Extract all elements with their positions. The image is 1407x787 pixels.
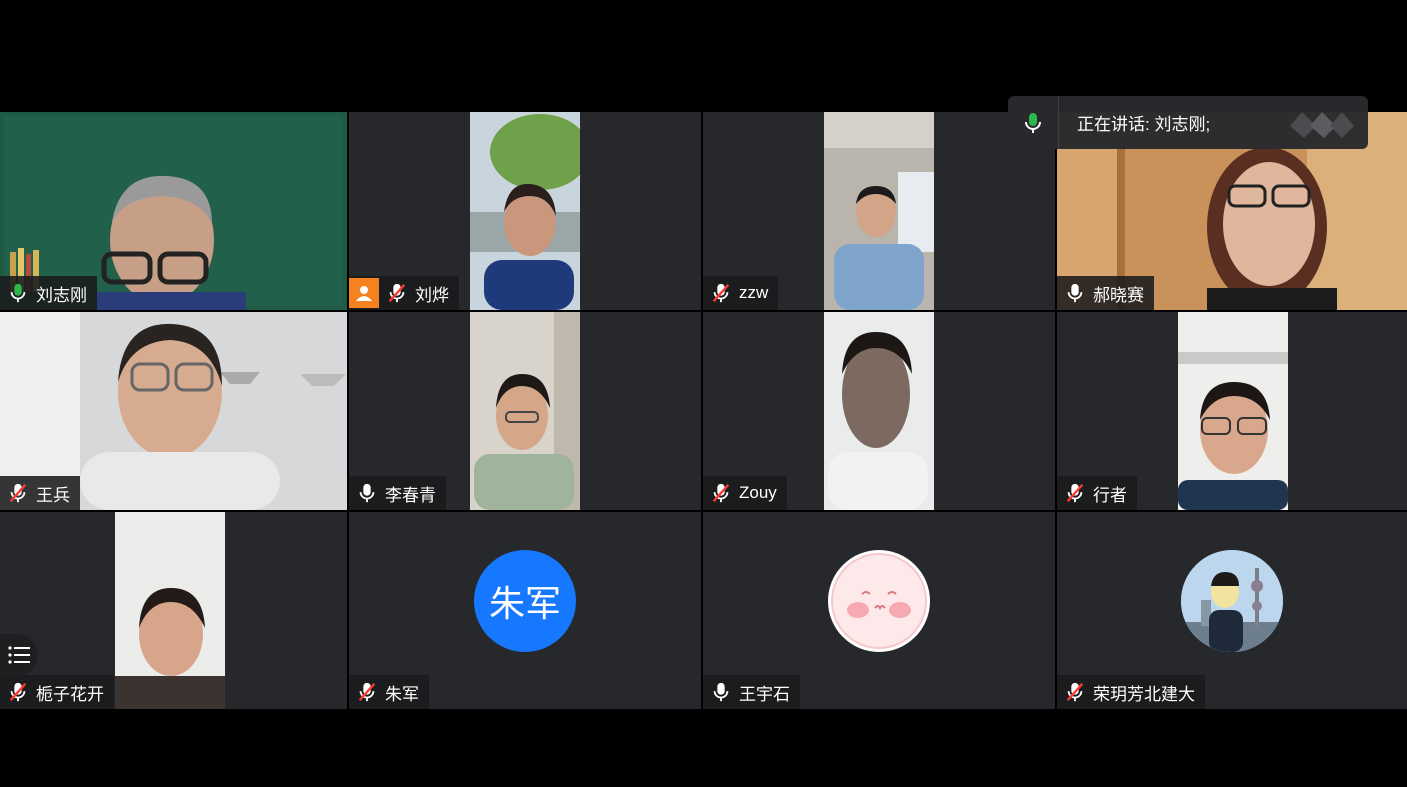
mic-muted-icon <box>387 282 407 304</box>
name-label: 行者 <box>1057 476 1137 510</box>
video-feed <box>824 312 934 510</box>
participant-tile-wangbing[interactable]: 王兵 <box>0 312 347 510</box>
participant-tile-rongyuefang[interactable]: 荣玥芳北建大 <box>1057 512 1407 709</box>
participant-name: 刘志刚 <box>36 285 87 305</box>
video-feed <box>1178 312 1288 510</box>
mic-icon <box>1065 282 1085 304</box>
avatar-text: 朱军 <box>488 584 561 625</box>
video-grid: 刘志刚 刘烨 zzw 郝晓赛 王兵 李春青 Zouy 行者 栀子花开 朱军 朱军… <box>0 112 1407 709</box>
participant-tile-lichunqing[interactable]: 李春青 <box>349 312 701 510</box>
participant-name: 王宇石 <box>739 684 790 704</box>
participant-name: 刘烨 <box>415 285 449 305</box>
participant-name: 王兵 <box>36 485 70 505</box>
participant-tile-zouy[interactable]: Zouy <box>703 312 1055 510</box>
list-icon <box>8 646 30 664</box>
name-label: 王兵 <box>0 476 80 510</box>
name-label: 朱军 <box>349 675 429 709</box>
mic-icon <box>711 681 731 703</box>
name-label: 刘烨 <box>349 276 459 310</box>
participant-name: 栀子花开 <box>36 684 104 704</box>
participant-name: Zouy <box>739 483 777 502</box>
mic-muted-icon <box>8 482 28 504</box>
mic-muted-icon <box>357 681 377 703</box>
mic-muted-icon <box>1065 482 1085 504</box>
name-label: 王宇石 <box>703 675 800 709</box>
video-feed <box>470 312 580 510</box>
mic-muted-icon <box>711 482 731 504</box>
speaker-mic-box <box>1008 96 1059 149</box>
participant-name: 荣玥芳北建大 <box>1093 684 1195 704</box>
name-label: 刘志刚 <box>0 276 97 310</box>
participant-name: zzw <box>739 283 769 302</box>
participant-name: 郝晓赛 <box>1093 285 1144 305</box>
avatar: 朱军 <box>474 550 576 652</box>
mic-active-icon <box>8 282 28 304</box>
participant-tile-wangyushi[interactable]: 王宇石 <box>703 512 1055 709</box>
profile-icon <box>349 278 379 308</box>
participant-tile-liuzhigang[interactable]: 刘志刚 <box>0 112 347 310</box>
participant-name: 行者 <box>1093 485 1127 505</box>
active-speaker-banner: 正在讲话: 刘志刚; <box>1008 96 1368 149</box>
participant-tile-zhujun[interactable]: 朱军 朱军 <box>349 512 701 709</box>
mic-muted-icon <box>1065 681 1085 703</box>
video-feed <box>470 112 580 310</box>
app-logo-icon <box>1290 111 1354 138</box>
avatar <box>828 550 930 652</box>
name-label: zzw <box>703 276 779 310</box>
name-label: Zouy <box>703 476 787 510</box>
mic-active-icon <box>1025 112 1041 133</box>
participant-tile-zzw[interactable]: zzw <box>703 112 1055 310</box>
video-feed <box>824 112 934 310</box>
mic-muted-icon <box>8 681 28 703</box>
participant-name: 李春青 <box>385 485 436 505</box>
name-label: 栀子花开 <box>0 675 114 709</box>
name-label: 荣玥芳北建大 <box>1057 675 1205 709</box>
mic-icon <box>357 482 377 504</box>
participant-tile-liuye[interactable]: 刘烨 <box>349 112 701 310</box>
name-label: 李春青 <box>349 476 446 510</box>
video-feed <box>115 512 225 709</box>
avatar <box>1181 550 1283 652</box>
mic-muted-icon <box>711 282 731 304</box>
name-label: 郝晓赛 <box>1057 276 1154 310</box>
participant-tile-zhizihuakai[interactable]: 栀子花开 <box>0 512 347 709</box>
participant-tile-xingzhe[interactable]: 行者 <box>1057 312 1407 510</box>
participant-name: 朱军 <box>385 684 419 704</box>
speaker-label: 正在讲话: 刘志刚; <box>1077 115 1211 134</box>
